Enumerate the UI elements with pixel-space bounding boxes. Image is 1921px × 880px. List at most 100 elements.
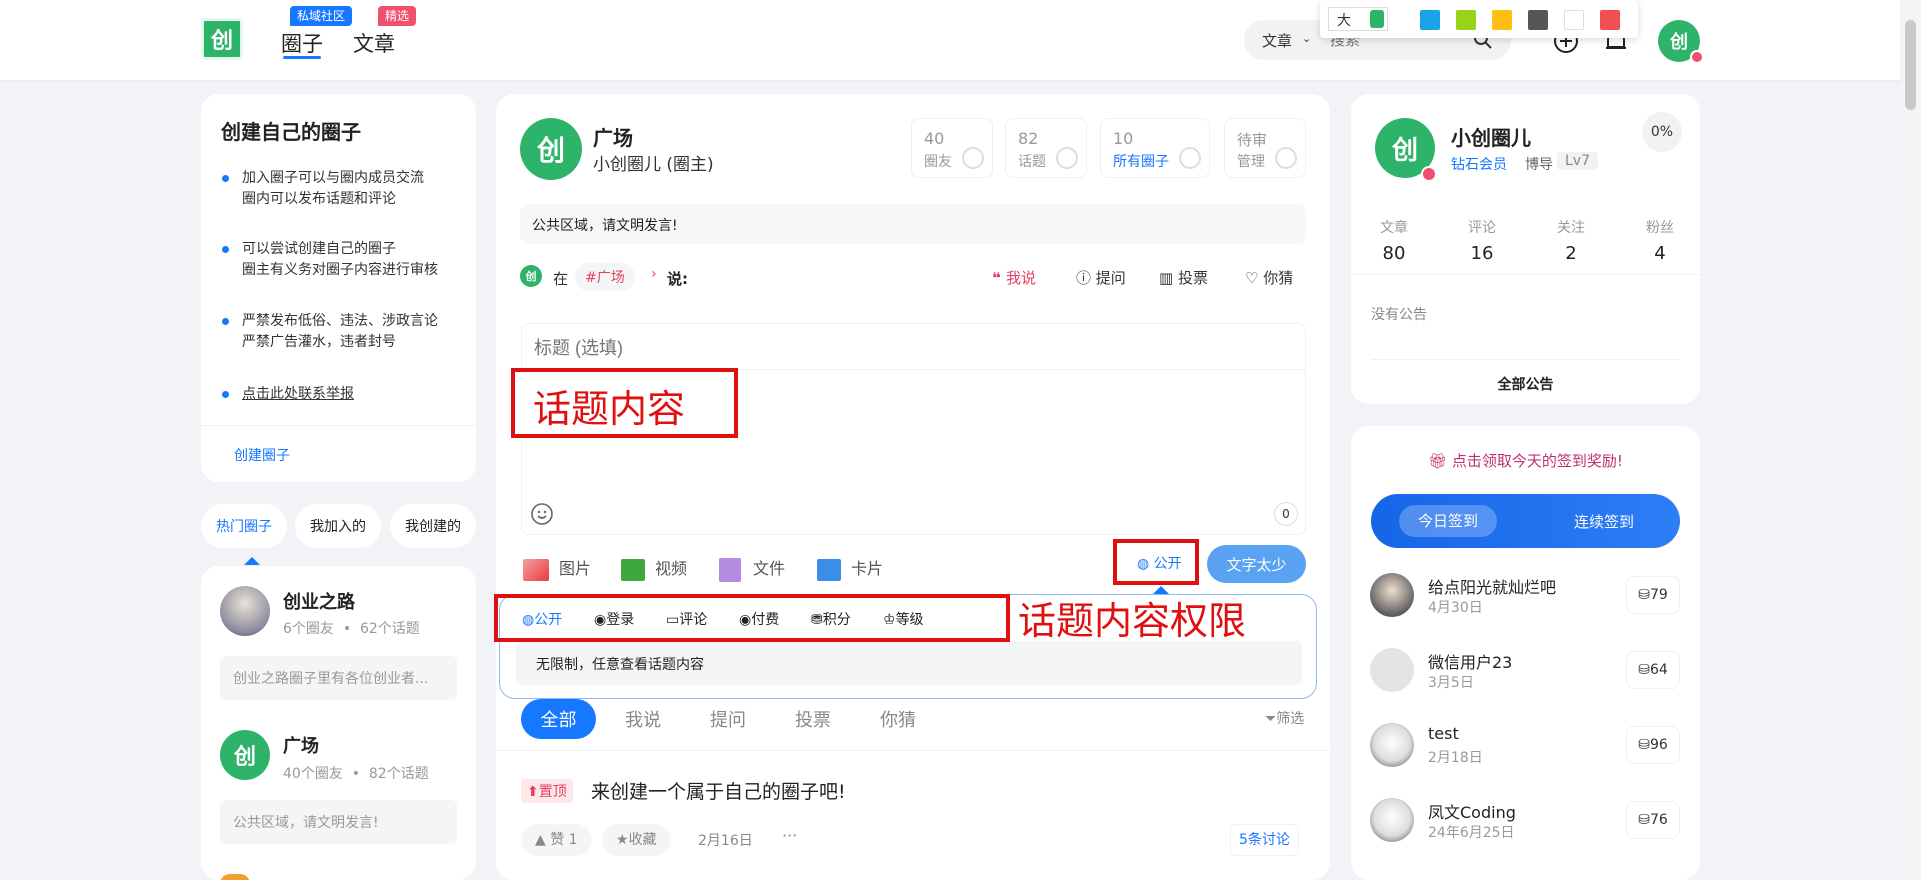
tool-file[interactable]: 文件 (719, 555, 785, 582)
user-avatar[interactable] (1370, 648, 1414, 692)
user-avatar[interactable] (1370, 723, 1414, 767)
create-circle-link[interactable]: 创建圈子 (234, 445, 290, 465)
tab-joined[interactable]: 我加入的 (295, 504, 381, 548)
visibility-toggle[interactable]: ◍ 公开 (1137, 553, 1182, 573)
signin-user-row[interactable]: 微信用户23 3月5日 ⛁ 64 (1370, 643, 1680, 703)
scrollbar[interactable] (1900, 0, 1921, 880)
divider (201, 425, 476, 426)
comments-link[interactable]: 5条讨论 (1230, 824, 1299, 856)
profile-stat[interactable]: 粉丝 4 (1620, 217, 1700, 264)
filter-guess[interactable]: 你猜 (863, 699, 933, 739)
profile-stat[interactable]: 文章 80 (1354, 217, 1434, 264)
bullet-dot (222, 391, 229, 398)
post-type-guess[interactable]: ♡ 你猜 (1245, 267, 1293, 288)
perm-login[interactable]: ◉登录 (594, 609, 634, 629)
filter-button[interactable]: ⏷筛选 (1265, 708, 1304, 728)
filter-all[interactable]: 全部 (521, 699, 596, 739)
circle-owner[interactable]: 小创圈儿 (圈主) (593, 150, 714, 175)
tool-video[interactable]: 视频 (621, 555, 687, 581)
divider (1371, 359, 1680, 360)
submit-button[interactable]: 文字太少 (1207, 545, 1306, 583)
say-label: 说: (667, 270, 688, 288)
stat-members[interactable]: 40 圈友 (911, 118, 993, 178)
circle-name[interactable]: 创业之路 (283, 588, 355, 614)
profile-name[interactable]: 小创圈儿 (1451, 122, 1531, 151)
post-type-question[interactable]: ⓘ 提问 (1076, 267, 1126, 288)
rule-text: 严禁发布低俗、违法、涉政言论 严禁广告灌水，违者封号 (242, 313, 438, 350)
tool-card[interactable]: 卡片 (817, 555, 883, 581)
nav-circles[interactable]: 圈子 (281, 28, 323, 58)
swatch-white[interactable] (1564, 10, 1584, 30)
tab-hot-circles[interactable]: 热门圈子 (201, 504, 287, 548)
bullet-dot (222, 318, 229, 325)
tab-created[interactable]: 我创建的 (390, 504, 476, 548)
nav-articles[interactable]: 文章 (353, 28, 395, 58)
signin-prompt[interactable]: 🎁︎ 点击领取今天的签到奖励! (1351, 450, 1700, 471)
image-icon (523, 558, 549, 581)
filter-question[interactable]: 提问 (693, 699, 763, 739)
more-icon[interactable]: ··· (782, 826, 797, 845)
funnel-icon: ⏷ (1265, 711, 1277, 727)
perm-public[interactable]: ◍公开 (522, 609, 562, 629)
signin-bar: 今日签到 连续签到 (1371, 494, 1680, 548)
swatch-red[interactable] (1600, 10, 1620, 30)
report-link[interactable]: 点击此处联系举报 (242, 384, 354, 405)
circle-avatar[interactable] (220, 586, 270, 636)
like-button[interactable]: ▲ 赞 1 (521, 824, 592, 856)
signin-user-row[interactable]: 给点阳光就灿烂吧 4月30日 ⛁ 79 (1370, 568, 1680, 628)
profile-stat[interactable]: 评论 16 (1442, 217, 1522, 264)
title-input[interactable] (534, 334, 1294, 362)
signin-today-button[interactable]: 今日签到 (1399, 505, 1497, 537)
video-icon (621, 558, 645, 581)
circle-avatar[interactable]: 创 (220, 730, 270, 780)
user-avatar[interactable] (1370, 573, 1414, 617)
stat-manage[interactable]: 待审 管理 (1224, 118, 1306, 178)
favorite-button[interactable]: ★收藏 (602, 824, 671, 856)
user-date: 2月18日 (1428, 750, 1483, 766)
circle-name[interactable]: 广场 (283, 732, 319, 758)
circle-avatar[interactable] (220, 874, 250, 880)
stat-topics[interactable]: 82 话题 (1005, 118, 1087, 178)
swatch-yellow[interactable] (1492, 10, 1512, 30)
site-logo[interactable]: 创 (201, 18, 243, 60)
perm-comment[interactable]: ▭评论 (666, 609, 707, 629)
chevron-right-icon: › (651, 266, 657, 282)
perm-level[interactable]: ♔等级 (883, 609, 924, 629)
filter-say[interactable]: 我说 (608, 699, 678, 739)
points-badge: ⛁ 96 (1626, 726, 1680, 764)
perm-paid[interactable]: ◉付费 (739, 609, 779, 629)
post-type-vote[interactable]: ▥ 投票 (1159, 267, 1208, 288)
filter-vote[interactable]: 投票 (778, 699, 848, 739)
circle-meta: 40个圈友 • 82个话题 (283, 766, 429, 782)
swatch-dark[interactable] (1528, 10, 1548, 30)
circle-meta: 6个圈友 • 62个话题 (283, 621, 420, 637)
verified-badge-icon (1690, 50, 1704, 64)
perm-points[interactable]: ⛃积分 (811, 609, 851, 629)
tool-image[interactable]: 图片 (523, 555, 591, 581)
question-icon: ⓘ (1076, 269, 1096, 287)
pin-up-icon: ⬆ (527, 784, 539, 800)
profile-stat[interactable]: 关注 2 (1531, 217, 1611, 264)
points-badge: ⛁ 64 (1626, 651, 1680, 689)
user-avatar[interactable] (1370, 798, 1414, 842)
search-scope-select[interactable]: 文章 (1262, 30, 1292, 51)
user-date: 4月30日 (1428, 600, 1483, 616)
user-name: test (1428, 724, 1459, 743)
signin-user-row[interactable]: 凤文Coding 24年6月25日 ⛁ 76 (1370, 793, 1680, 853)
active-tab-arrow-icon (244, 557, 260, 565)
progress-percent: 0% (1642, 112, 1682, 152)
circle-tag[interactable]: #广场 (575, 263, 635, 291)
post-date: 2月16日 (698, 833, 753, 849)
post-type-say[interactable]: ❝ 我说 (992, 267, 1036, 288)
select-arrows-icon (1370, 10, 1384, 28)
emoji-icon[interactable] (530, 502, 554, 526)
user-name: 凤文Coding (1428, 803, 1516, 822)
stat-all-circles[interactable]: 10 所有圈子 (1100, 118, 1210, 178)
swatch-blue[interactable] (1420, 10, 1440, 30)
post-title[interactable]: 来创建一个属于自己的圈子吧! (591, 777, 846, 804)
signin-user-row[interactable]: test 2月18日 ⛁ 96 (1370, 718, 1680, 778)
scrollbar-thumb[interactable] (1905, 20, 1916, 110)
swatch-green[interactable] (1456, 10, 1476, 30)
all-notices-link[interactable]: 全部公告 (1351, 374, 1700, 394)
signin-streak-tab[interactable]: 连续签到 (1574, 511, 1634, 532)
